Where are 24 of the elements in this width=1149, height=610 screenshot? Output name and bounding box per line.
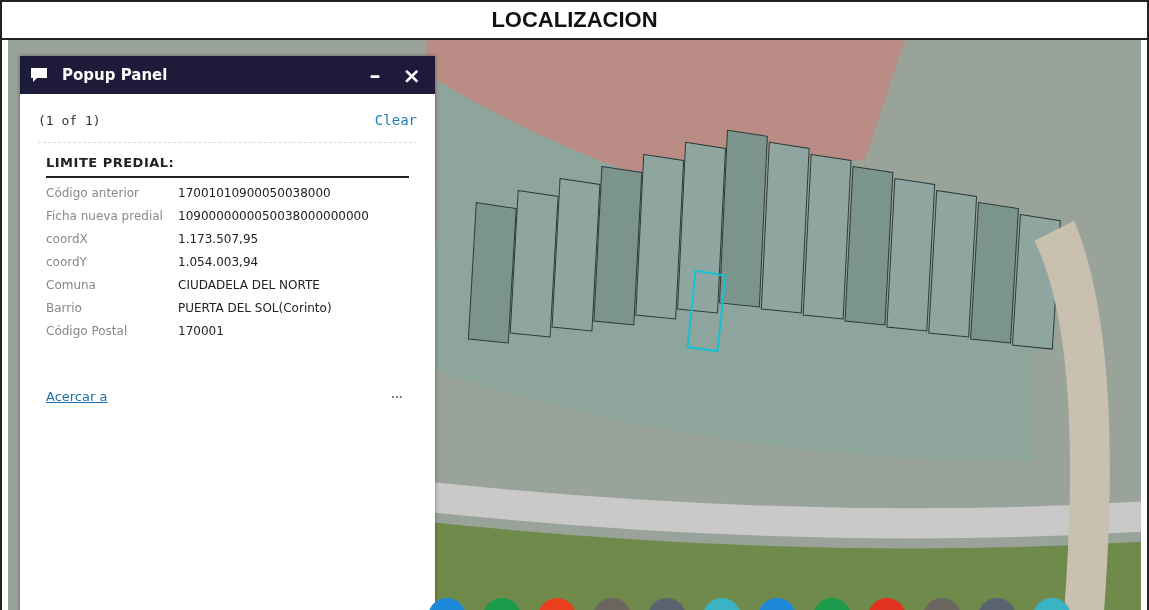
field-value: 17001010900050038000 (178, 186, 332, 201)
field-label: Ficha nueva predial (46, 209, 164, 224)
clear-link[interactable]: Clear (374, 112, 417, 128)
field-label: coordX (46, 232, 89, 247)
field-label: Código anterior (46, 186, 141, 201)
field-value: 1090000000050038000000000 (178, 209, 370, 224)
field-label: Barrio (46, 301, 83, 316)
field-value: CIUDADELA DEL NORTE (178, 278, 321, 293)
panel-title: Popup Panel (62, 66, 169, 84)
field-label: Comuna (46, 278, 97, 293)
close-button[interactable]: × (398, 62, 425, 88)
field-label: Código Postal (46, 324, 129, 339)
field-value: 1.054.003,94 (178, 255, 260, 270)
section-title: LOCALIZACION (2, 0, 1147, 40)
zoom-link[interactable]: Acercar a (46, 389, 108, 404)
field-label: coordY (46, 255, 88, 270)
chat-icon (30, 67, 48, 83)
result-counter: (1 of 1) (38, 112, 101, 128)
section-heading: LIMITE PREDIAL: (46, 155, 409, 178)
more-button[interactable]: ••• (385, 391, 409, 402)
field-value: 170001 (178, 324, 225, 339)
field-value: PUERTA DEL SOL(Corinto) (178, 301, 333, 316)
field-value: 1.173.507,95 (178, 232, 260, 247)
minimize-button[interactable]: – (365, 62, 385, 88)
